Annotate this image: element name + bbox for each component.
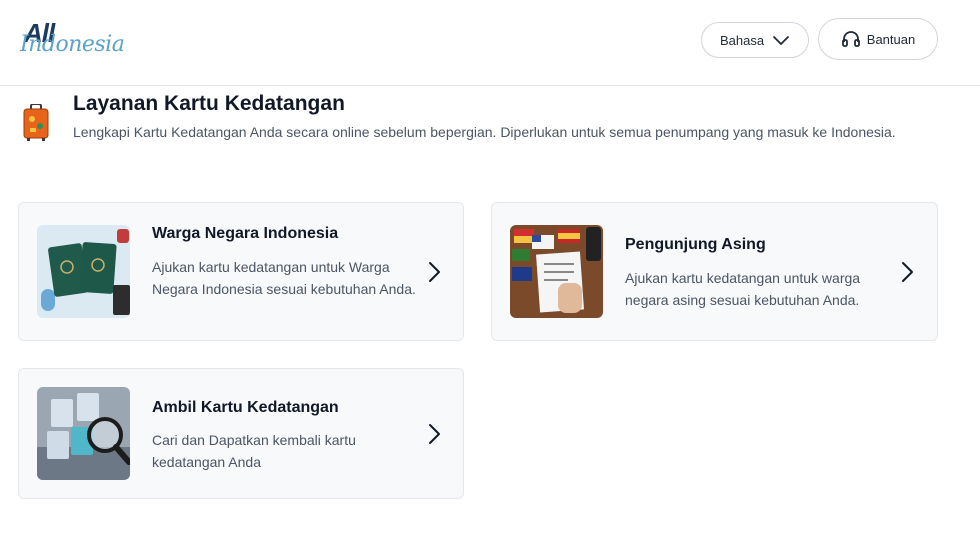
page-subtitle: Lengkapi Kartu Kedatangan Anda secara on… (73, 124, 896, 140)
card-description: Ajukan kartu kedatangan untuk warga nega… (625, 270, 861, 308)
card-description: Cari dan Dapatkan kembali kartu kedatang… (152, 432, 356, 470)
card-title: Warga Negara Indonesia (152, 225, 339, 242)
logo[interactable]: All Indonesia (20, 18, 125, 62)
card-description: Ajukan kartu kedatangan untuk Warga Nega… (152, 259, 416, 297)
header: All Indonesia Bahasa Bantuan (0, 0, 980, 86)
chevron-right-icon (429, 262, 440, 282)
card-title: Ambil Kartu Kedatangan (152, 399, 339, 416)
chevron-right-icon (902, 262, 913, 282)
logo-text-bottom: Indonesia (20, 32, 125, 57)
language-button[interactable]: Bahasa (701, 22, 809, 58)
search-document-thumbnail (37, 387, 130, 480)
page-title: Layanan Kartu Kedatangan (73, 92, 345, 115)
help-label: Bantuan (866, 31, 916, 47)
help-button[interactable]: Bantuan (818, 18, 938, 60)
luggage-icon (23, 104, 49, 141)
chevron-down-icon (773, 36, 789, 45)
visa-form-thumbnail (510, 225, 603, 318)
card-retrieve-arrival[interactable]: Ambil Kartu Kedatangan Cari dan Dapatkan… (18, 368, 464, 499)
card-title: Pengunjung Asing (625, 236, 766, 253)
language-label: Bahasa (719, 32, 765, 48)
passport-thumbnail (37, 225, 130, 318)
headset-icon (841, 31, 860, 47)
card-foreign-visitor[interactable]: Pengunjung Asing Ajukan kartu kedatangan… (491, 202, 938, 341)
card-indonesian-citizen[interactable]: Warga Negara Indonesia Ajukan kartu keda… (18, 202, 464, 341)
chevron-right-icon (429, 424, 440, 444)
